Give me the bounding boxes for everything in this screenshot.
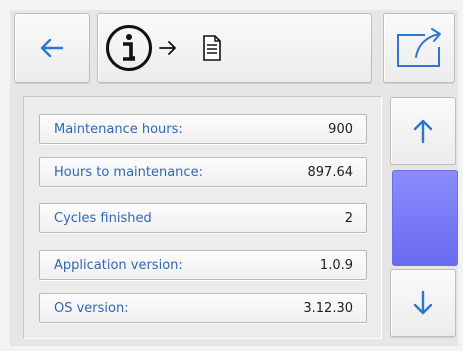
list-item-value: 900 [328, 121, 353, 137]
list-item-value: 2 [344, 210, 353, 226]
scrollbar-thumb[interactable] [392, 170, 458, 266]
right-arrow-icon [158, 40, 178, 56]
list-item: Hours to maintenance: 897.64 [39, 157, 367, 187]
scroll-down-button[interactable] [390, 269, 456, 337]
up-arrow-icon [413, 118, 433, 144]
list-item-label: Maintenance hours: [54, 121, 183, 137]
export-window-icon [394, 27, 444, 69]
info-header-panel [97, 13, 372, 83]
list-item-label: Hours to maintenance: [54, 164, 203, 180]
list-item-value: 1.0.9 [319, 257, 353, 273]
list-item: OS version: 3.12.30 [39, 293, 367, 323]
back-arrow-icon [40, 37, 64, 59]
export-button[interactable] [383, 13, 455, 83]
list-item-value: 3.12.30 [303, 300, 353, 316]
scroll-up-button[interactable] [390, 97, 456, 165]
list-item: Application version: 1.0.9 [39, 250, 367, 280]
list-item-label: Application version: [54, 257, 183, 273]
list-item: Maintenance hours: 900 [39, 114, 367, 144]
list-item-label: Cycles finished [54, 210, 152, 226]
list-item-value: 897.64 [307, 164, 354, 180]
document-icon [202, 35, 222, 61]
down-arrow-icon [413, 290, 433, 316]
back-button[interactable] [14, 13, 90, 83]
info-circle-icon [104, 23, 154, 73]
list-item-label: OS version: [54, 300, 129, 316]
list-item: Cycles finished 2 [39, 203, 367, 233]
